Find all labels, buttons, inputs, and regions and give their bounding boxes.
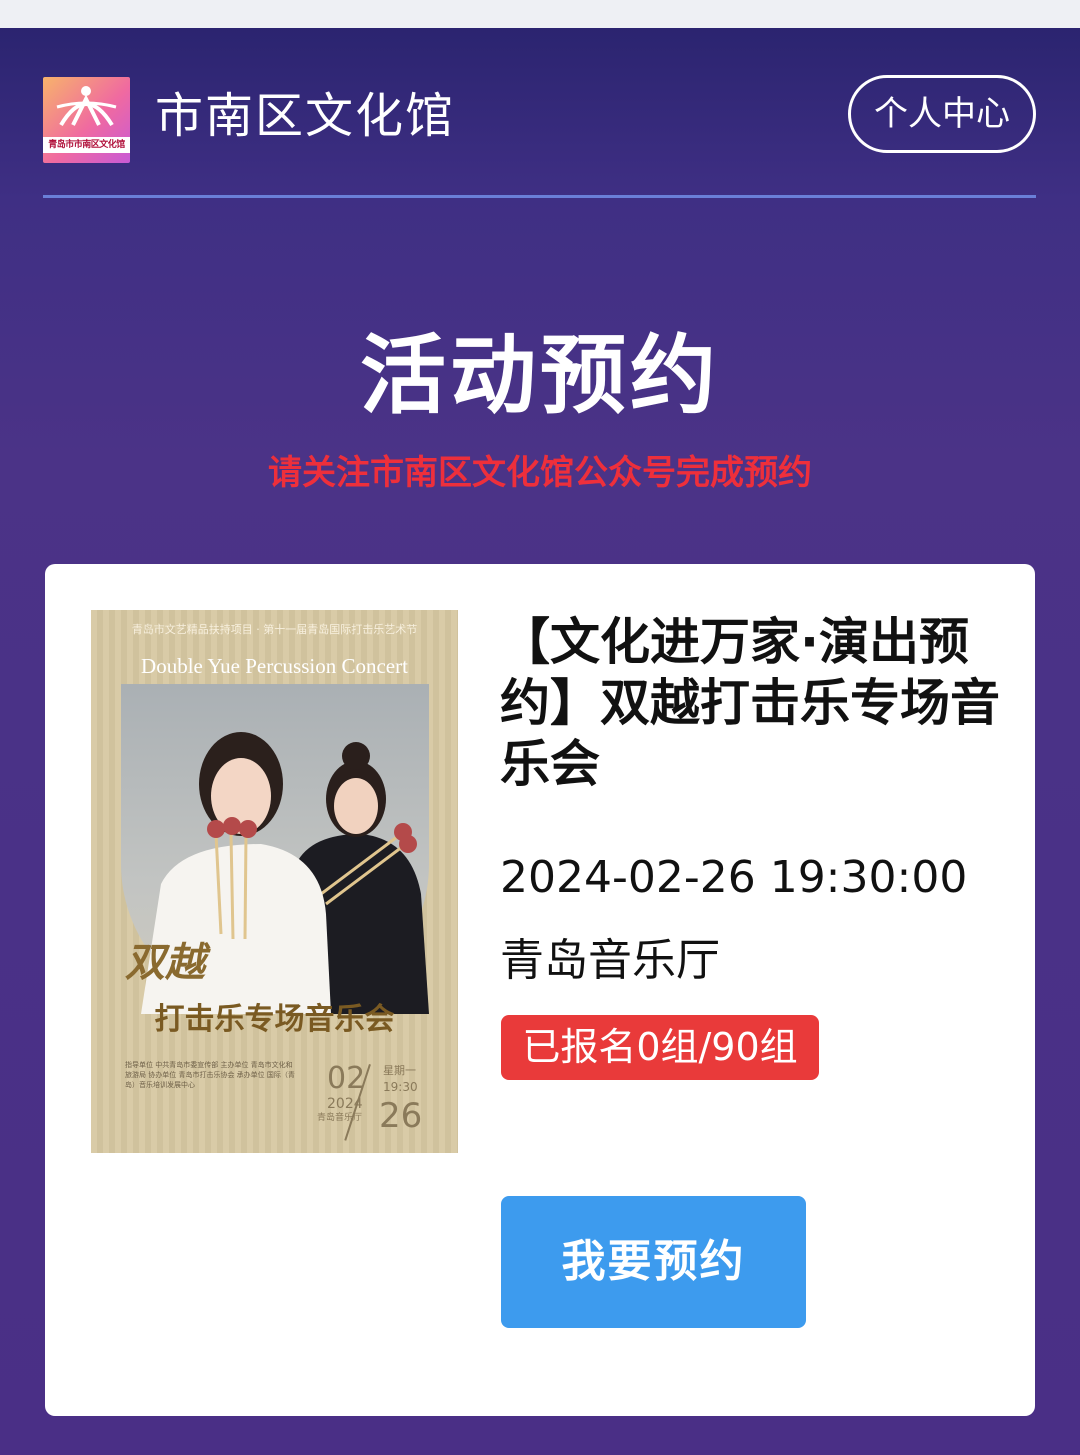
section-title: 活动预约	[360, 326, 720, 426]
event-card[interactable]: 青岛市文艺精品扶持项目 · 第十一届青岛国际打击乐艺术节 Double Yue …	[45, 564, 1035, 1416]
poster-date-venue: 青岛音乐厅	[317, 1113, 363, 1123]
poster-date-time: 19:30	[383, 1080, 418, 1094]
event-poster[interactable]: 青岛市文艺精品扶持项目 · 第十一届青岛国际打击乐艺术节 Double Yue …	[91, 610, 458, 1153]
logo-text: 青岛市市南区文化馆	[43, 137, 130, 153]
event-datetime: 2024-02-26 19:30:00	[500, 852, 968, 903]
follow-notice: 请关注市南区文化馆公众号完成预约	[268, 453, 812, 493]
signup-status-badge: 已报名0组/90组	[501, 1015, 819, 1080]
event-title[interactable]: 【文化进万家·演出预约】双越打击乐专场音乐会	[500, 612, 1000, 795]
poster-date-week: 星期一	[383, 1064, 416, 1077]
header: 青岛市市南区文化馆 市南区文化馆 个人中心	[0, 28, 1080, 200]
page: 青岛市市南区文化馆 市南区文化馆 个人中心 活动预约 请关注市南区文化馆公众号完…	[0, 28, 1080, 1455]
poster-date-day: 26	[379, 1096, 423, 1136]
logo[interactable]: 青岛市市南区文化馆	[43, 77, 130, 163]
poster-title-small: 双越	[125, 939, 205, 986]
event-venue: 青岛音乐厅	[500, 935, 720, 986]
site-title: 市南区文化馆	[155, 88, 456, 144]
poster-credits: 指导单位 中共青岛市委宣传部 主办单位 青岛市文化和旅游局 协办单位 青岛市打击…	[125, 1061, 295, 1089]
header-divider	[43, 195, 1036, 198]
poster-english-title: Double Yue Percussion Concert	[141, 654, 408, 678]
user-center-button[interactable]: 个人中心	[848, 75, 1036, 153]
poster-title-big: 打击乐专场音乐会	[154, 1002, 395, 1037]
poster-top-line: 青岛市文艺精品扶持项目 · 第十一届青岛国际打击乐艺术节	[131, 623, 418, 636]
book-button[interactable]: 我要预约	[501, 1196, 806, 1328]
